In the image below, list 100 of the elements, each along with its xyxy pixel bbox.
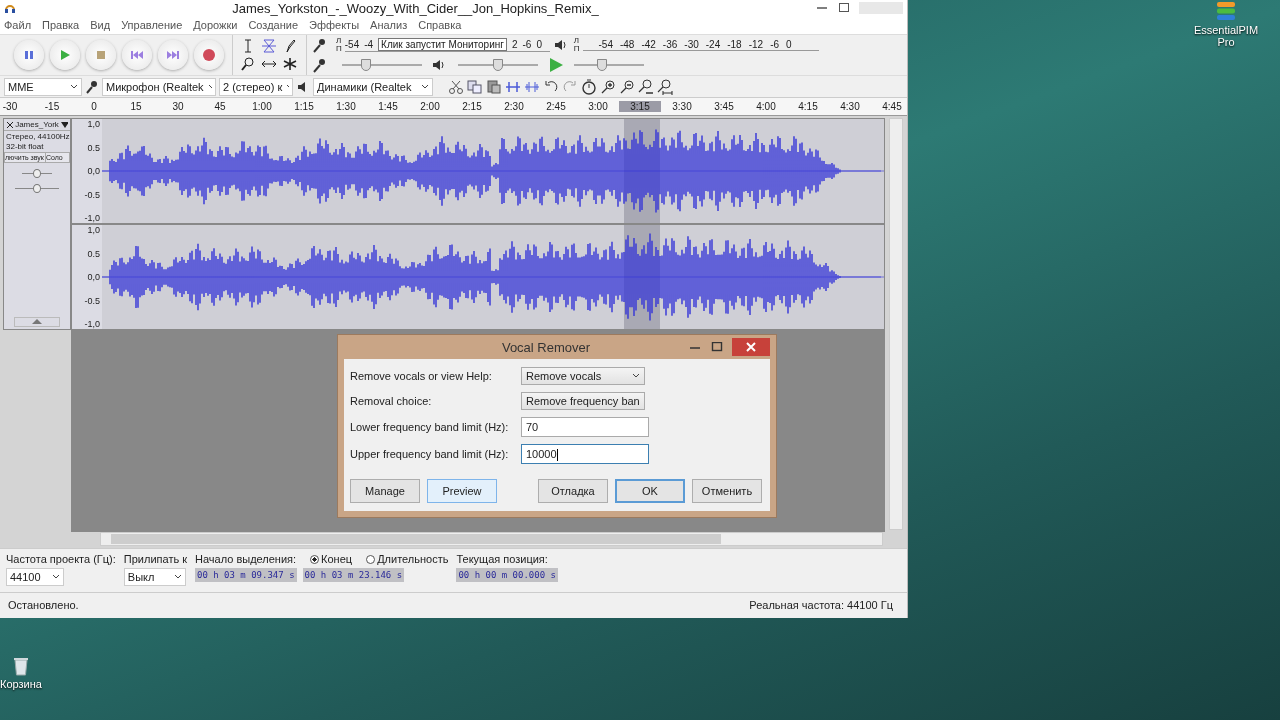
pause-icon xyxy=(24,50,34,60)
output-device-dropdown[interactable]: Динамики (Realtek xyxy=(313,77,433,96)
gain-slider-thumb[interactable] xyxy=(33,169,41,178)
dropdown-arrow-icon[interactable] xyxy=(60,121,68,128)
slider-thumb[interactable] xyxy=(597,59,607,71)
skip-forward-icon xyxy=(167,50,179,60)
ruler-label: 1:00 xyxy=(251,101,273,112)
ruler-label: 2:15 xyxy=(461,101,483,112)
vertical-scrollbar[interactable] xyxy=(889,118,903,530)
zoom-fit-icon[interactable] xyxy=(657,78,673,95)
dialog-button[interactable]: Preview xyxy=(427,479,497,503)
menu-item[interactable]: Справка xyxy=(418,19,462,31)
menu-item[interactable]: Файл xyxy=(4,19,32,31)
menu-item[interactable]: Вид xyxy=(90,19,111,31)
zoom-icon[interactable] xyxy=(239,56,257,72)
maximize-icon[interactable] xyxy=(710,342,724,352)
field-label: Remove vocals or view Help: xyxy=(350,370,493,382)
channel-label: Л xyxy=(573,37,580,45)
radio-label[interactable]: Конец xyxy=(321,553,353,565)
track-name[interactable]: James_York xyxy=(15,120,59,129)
input-device-dropdown[interactable]: Микрофон (Realtek xyxy=(102,77,216,96)
waveform-drawing[interactable] xyxy=(102,225,884,329)
paste-icon[interactable] xyxy=(486,78,502,95)
ruler-label: 1:15 xyxy=(293,101,315,112)
dialog-button[interactable]: Manage xyxy=(350,479,420,503)
pan-slider-thumb[interactable] xyxy=(33,184,41,193)
desktop-icon-label[interactable]: EssentialPIM Pro xyxy=(1190,24,1262,48)
waveform-drawing[interactable] xyxy=(102,119,884,223)
ruler-label: 1:30 xyxy=(335,101,357,112)
stop-button[interactable] xyxy=(86,40,116,70)
menu-item[interactable]: Управление xyxy=(121,19,183,31)
snap-dropdown[interactable]: Выкл xyxy=(123,568,186,586)
play-button[interactable] xyxy=(50,40,80,70)
ruler-label: 45 xyxy=(213,101,227,112)
radio-label[interactable]: Длительность xyxy=(377,553,449,565)
horizontal-scrollbar[interactable] xyxy=(100,532,883,546)
dialog-button[interactable]: Отменить xyxy=(692,479,762,503)
channel-label: Л xyxy=(336,37,342,45)
input-field[interactable]: 10000 xyxy=(521,444,649,464)
scissors-icon[interactable] xyxy=(448,78,464,95)
zoom-fit-icon[interactable] xyxy=(638,78,654,95)
menu-item[interactable]: Правка xyxy=(42,19,80,31)
ruler-label: 1:45 xyxy=(377,101,399,112)
copy-icon[interactable] xyxy=(467,78,483,95)
menu-item[interactable]: Создание xyxy=(248,19,299,31)
dropdown[interactable]: Remove vocals xyxy=(521,367,645,385)
meter-scale-label: -6 xyxy=(770,39,780,50)
meter-scale-label: -48 xyxy=(619,39,635,50)
dialog-button[interactable]: Отладка xyxy=(538,479,608,503)
ruler-label: 15 xyxy=(129,101,143,112)
audio-host-dropdown[interactable]: MME xyxy=(4,77,82,96)
radio-button[interactable] xyxy=(366,554,376,564)
amplitude-scale-label: 1,0 xyxy=(87,225,100,235)
status-rate: Реальная частота: 44100 Гц xyxy=(749,599,893,611)
menu-item[interactable]: Эффекты xyxy=(309,19,360,31)
record-button[interactable] xyxy=(194,40,224,70)
input-field[interactable]: 70 xyxy=(521,417,649,437)
radio-button[interactable] xyxy=(310,554,320,564)
stop-icon xyxy=(96,50,106,60)
zoom-out-icon[interactable] xyxy=(619,78,635,95)
slider-thumb[interactable] xyxy=(361,59,371,71)
time-field[interactable]: 00 h 03 m 23.146 s xyxy=(302,568,405,582)
collapse-button[interactable] xyxy=(14,317,60,327)
asterisk-icon[interactable] xyxy=(281,56,299,72)
channels-dropdown[interactable]: 2 (стерео) к xyxy=(219,77,293,96)
maximize-icon[interactable] xyxy=(837,3,851,13)
play-icon xyxy=(59,49,71,61)
menu-item[interactable]: Дорожки xyxy=(193,19,238,31)
amplitude-scale-label: 0,0 xyxy=(87,166,100,176)
amplitude-scale-label: 0.5 xyxy=(87,248,100,259)
microphone-icon xyxy=(85,78,99,95)
zoom-in-icon[interactable] xyxy=(600,78,616,95)
skip-to-end-button[interactable] xyxy=(158,40,188,70)
meter-scale-label: -54 xyxy=(344,39,360,50)
close-icon[interactable] xyxy=(6,120,14,129)
time-field[interactable]: 00 h 00 m 00.000 s xyxy=(456,568,558,582)
dropdown[interactable]: Remove frequency ban xyxy=(521,392,645,410)
menu-item[interactable]: Анализ xyxy=(370,19,408,31)
meter-scale-label: -12 xyxy=(748,39,764,50)
close-icon xyxy=(746,342,756,352)
desktop-icon-label[interactable]: Корзина xyxy=(0,678,42,690)
triangle-up-icon xyxy=(32,318,42,324)
project-rate-dropdown[interactable]: 44100 xyxy=(6,568,64,586)
meter-scale-label: -30 xyxy=(684,39,699,50)
stacked-bars-icon[interactable] xyxy=(1215,0,1237,22)
project-rate-label: Частота проекта (Гц): xyxy=(6,553,116,565)
timeline-ruler[interactable]: -30 -15 0 15 30 45 1:00 1:15 1:30 1:45 2:00 2:15 2:30 2:45 3:00 3:15 3:30 3:45 4:00 4:15 4:30 4:45 xyxy=(0,97,907,116)
amplitude-scale-label: 0.5 xyxy=(87,142,100,153)
envelope-tool-icon[interactable] xyxy=(260,38,278,54)
ruler-label: 0 xyxy=(90,101,98,112)
dialog-button[interactable]: OK xyxy=(615,479,685,503)
skip-to-start-button[interactable] xyxy=(122,40,152,70)
pause-button[interactable] xyxy=(14,40,44,70)
clock-icon[interactable] xyxy=(581,78,597,95)
amplitude-scale-label: -1,0 xyxy=(84,213,100,223)
field-label: Removal choice: xyxy=(350,395,433,407)
recycle-bin-icon[interactable] xyxy=(13,656,29,676)
time-field[interactable]: 00 h 03 m 09.347 s xyxy=(195,568,297,582)
slider-thumb[interactable] xyxy=(493,59,503,71)
snap-label: Прилипать к xyxy=(123,553,187,565)
